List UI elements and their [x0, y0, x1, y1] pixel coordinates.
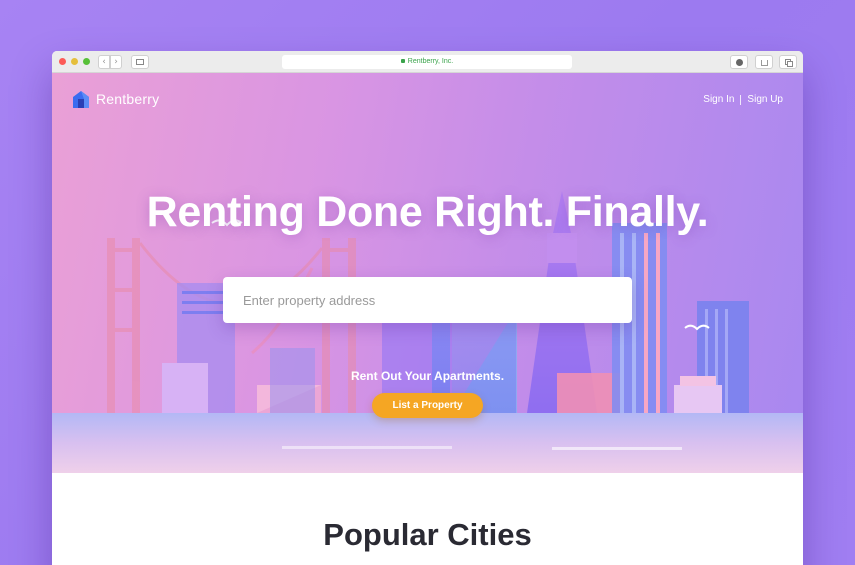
share-icon: [761, 60, 768, 66]
address-bar-text: Rentberry, Inc.: [407, 58, 454, 65]
house-logo-icon: [73, 91, 89, 108]
rent-out-text: Rent Out Your Apartments.: [350, 369, 505, 383]
tabs-button[interactable]: [779, 55, 797, 69]
list-property-button[interactable]: List a Property: [372, 393, 483, 418]
sign-in-link[interactable]: Sign In: [703, 94, 734, 105]
property-address-search-input[interactable]: [223, 277, 632, 323]
close-window-button[interactable]: [59, 58, 66, 65]
lock-icon: [400, 59, 405, 63]
logo-text: Rentberry: [96, 91, 160, 107]
minimize-window-button[interactable]: [71, 58, 78, 65]
auth-links: Sign In Sign Up: [703, 94, 783, 105]
rentberry-logo[interactable]: Rentberry: [71, 89, 159, 109]
share-button[interactable]: [755, 55, 773, 69]
hero-section: Rentberry Sign In Sign Up Renting Done R…: [52, 73, 803, 473]
back-button[interactable]: ‹: [98, 55, 110, 69]
auth-divider: [740, 94, 742, 105]
sign-up-link[interactable]: Sign Up: [747, 94, 783, 105]
address-bar[interactable]: Rentberry, Inc.: [282, 55, 572, 69]
maximize-window-button[interactable]: [83, 58, 90, 65]
sidebar-toggle-button[interactable]: [131, 55, 149, 69]
popular-cities-section: Popular Cities: [52, 473, 803, 565]
hero-headline: Renting Done Right. Finally.: [146, 188, 709, 236]
download-icon: [736, 59, 743, 66]
downloads-button[interactable]: [730, 55, 748, 69]
section-title: Popular Cities: [323, 517, 532, 552]
forward-button[interactable]: ›: [110, 55, 122, 69]
sidebar-icon: [136, 59, 144, 65]
browser-toolbar: ‹ › Rentberry, Inc.: [52, 51, 803, 73]
browser-window: ‹ › Rentberry, Inc. Rentberry Sign In Si…: [52, 51, 803, 565]
